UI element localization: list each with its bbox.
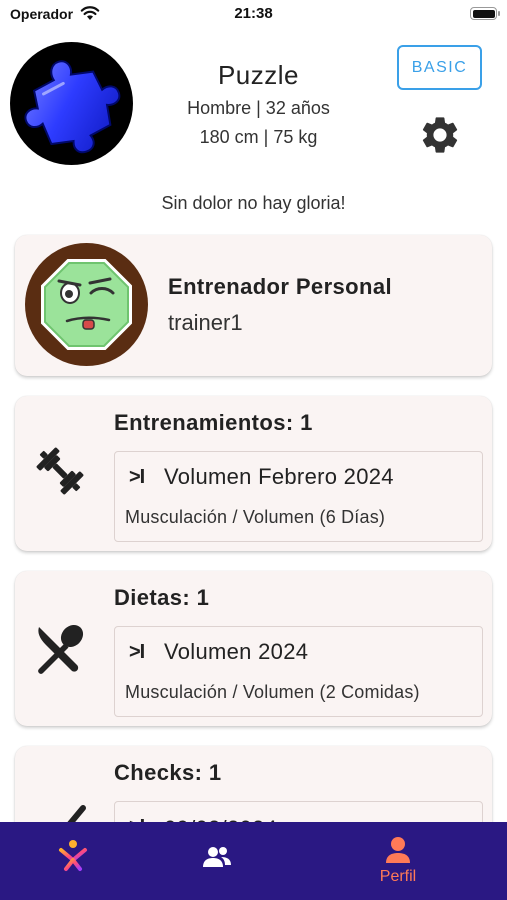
workout-plan-item[interactable]: >I Volumen Febrero 2024 Musculación / Vo…: [114, 451, 483, 542]
dumbbell-icon: [36, 447, 84, 495]
diet-plan-description: Musculación / Volumen (2 Comidas): [125, 682, 420, 702]
workout-plan-description: Musculación / Volumen (6 Días): [125, 507, 386, 527]
trainer-title: Entrenador Personal: [168, 274, 392, 299]
play-next-icon: >I: [129, 466, 145, 488]
status-time: 21:38: [234, 5, 273, 22]
bottom-navigation: Perfil: [0, 822, 507, 900]
diets-title: Dietas: 1: [114, 585, 210, 610]
settings-gear-icon[interactable]: [418, 113, 462, 157]
person-icon: [386, 837, 410, 863]
workouts-card: Entrenamientos: 1 >I Volumen Febrero 202…: [15, 396, 492, 551]
workouts-title: Entrenamientos: 1: [114, 410, 313, 435]
nav-clients[interactable]: [177, 822, 257, 900]
people-icon: [203, 847, 231, 867]
spoon-knife-icon: [38, 624, 84, 674]
diet-plan-item[interactable]: >I Volumen 2024 Musculación / Volumen (2…: [114, 626, 483, 717]
trainer-card[interactable]: Entrenador Personal trainer1: [15, 235, 492, 376]
app-logo-icon: [59, 840, 87, 871]
play-next-icon: >I: [129, 641, 145, 663]
trainer-username: trainer1: [168, 310, 243, 335]
battery-icon: [470, 7, 500, 20]
nav-profile-label: Perfil: [379, 868, 417, 885]
status-bar: Operador 21:38: [0, 0, 507, 28]
octagon-face-icon: [39, 257, 134, 352]
diets-card: Dietas: 1 >I Volumen 2024 Musculación / …: [15, 571, 492, 726]
nav-home[interactable]: [33, 822, 113, 900]
nav-profile[interactable]: Perfil: [358, 822, 438, 900]
profile-motto: Sin dolor no hay gloria!: [161, 193, 346, 213]
plan-badge-button[interactable]: BASIC: [397, 45, 482, 90]
diet-plan-name: Volumen 2024: [164, 639, 309, 664]
trainer-avatar: [25, 243, 148, 366]
checks-title: Checks: 1: [114, 760, 222, 785]
workout-plan-name: Volumen Febrero 2024: [164, 464, 394, 489]
